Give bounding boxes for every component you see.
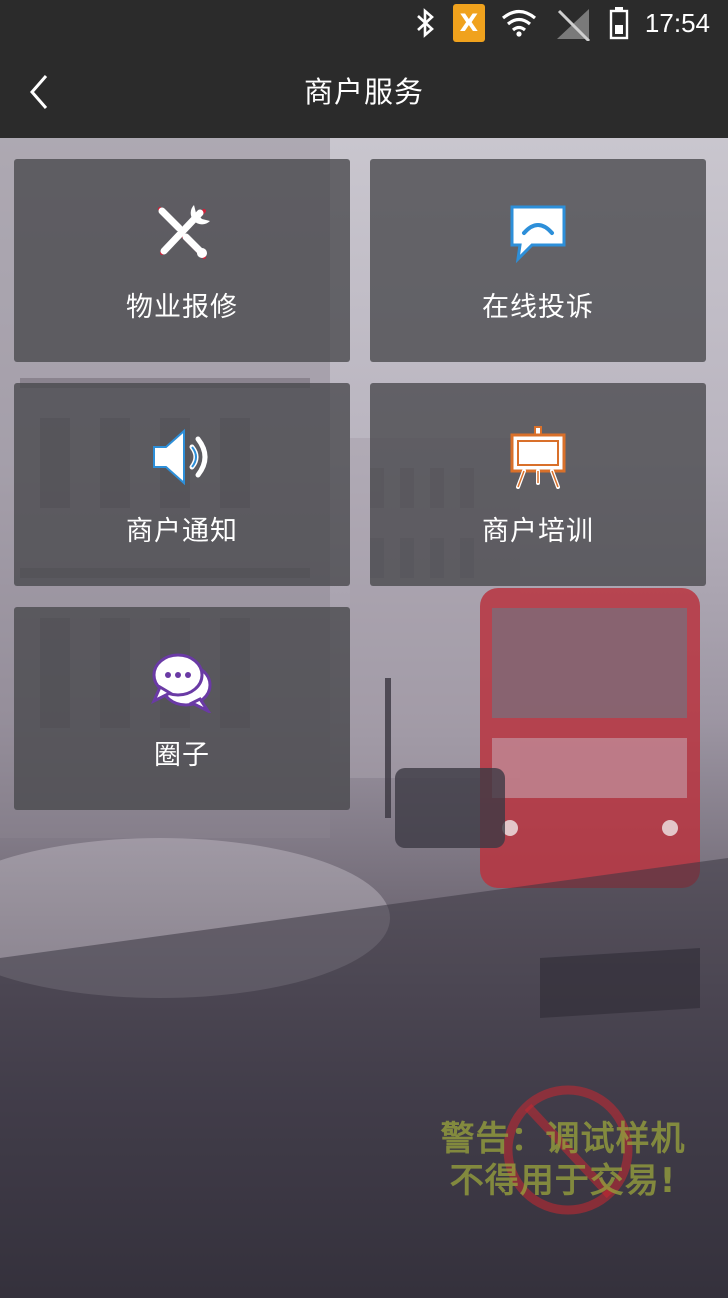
chat-bubbles-icon [151,653,212,713]
status-bar: X 17:54 [0,0,728,46]
tile-online-complaint[interactable]: 在线投诉 [370,159,706,362]
chevron-left-icon [30,75,48,109]
bluetooth-icon [417,8,434,38]
app-header: 商户服务 [0,46,728,138]
wrench-screwdriver-icon [158,205,210,259]
page-title: 商户服务 [303,75,424,109]
tile-label: 商户通知 [126,516,238,547]
tile-label: 在线投诉 [482,292,594,323]
tile-merchant-training[interactable]: 商户培训 [370,383,706,586]
tile-circle[interactable]: 圈子 [14,607,350,810]
speech-bubble-icon [510,205,566,264]
tile-label: 圈子 [154,740,210,771]
tile-property-repair[interactable]: 物业报修 [14,159,350,362]
tile-label: 物业报修 [126,292,238,323]
easel-icon [510,426,566,489]
sim-x-icon: X [452,4,485,42]
back-button[interactable] [22,72,62,112]
wifi-icon [501,9,536,37]
signal-off-icon [556,9,590,41]
watermark-line2: 不得用于交易! [449,1161,677,1201]
status-time: 17:54 [644,7,710,38]
debug-watermark: 警告：调试样机 不得用于交易! [418,1085,708,1215]
battery-icon [609,7,629,40]
tile-merchant-notice[interactable]: 商户通知 [14,383,350,586]
tile-label: 商户培训 [482,516,594,547]
speaker-icon [153,428,208,486]
